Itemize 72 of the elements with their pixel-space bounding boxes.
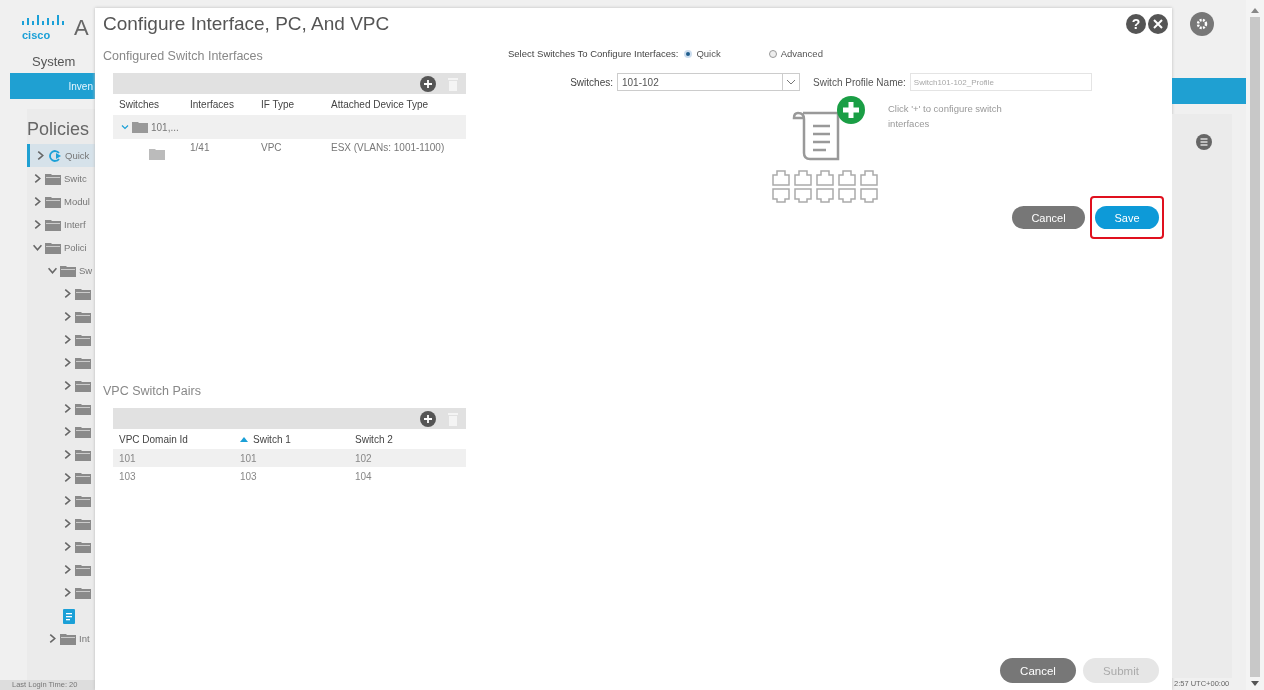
folder-icon xyxy=(60,264,76,277)
column-header[interactable]: Interfaces xyxy=(190,98,261,110)
folder-icon xyxy=(45,172,61,185)
folder-icon xyxy=(75,333,91,346)
folder-icon xyxy=(75,425,91,438)
folder-icon xyxy=(75,494,91,507)
folder-icon xyxy=(75,517,91,530)
table-row[interactable]: 1/41 VPC ESX (VLANs: 1001-1100) xyxy=(113,139,466,166)
help-icon[interactable]: ? xyxy=(1126,14,1146,34)
folder-icon xyxy=(60,632,76,645)
footer-button[interactable]: Cancel xyxy=(1000,658,1076,683)
folder-icon xyxy=(75,379,91,392)
section-title: VPC Switch Pairs xyxy=(103,384,202,398)
radio-option[interactable]: Advanced xyxy=(768,48,823,59)
folder-icon xyxy=(75,287,91,300)
folder-icon xyxy=(75,586,91,599)
tree-item[interactable]: Switc xyxy=(27,167,95,190)
tab-label[interactable]: Inven xyxy=(68,80,95,92)
tree-item[interactable]: Sw xyxy=(27,259,95,282)
folder-icon xyxy=(132,121,148,133)
folder-icon xyxy=(75,356,91,369)
field-label: Switches: xyxy=(569,76,614,88)
app-title: A xyxy=(74,15,89,41)
tree-item[interactable]: Quick xyxy=(27,144,95,167)
tree-item[interactable]: Int xyxy=(27,627,95,650)
folder-icon xyxy=(45,241,61,254)
add-icon[interactable] xyxy=(420,410,436,427)
folder-icon xyxy=(75,310,91,323)
column-header[interactable]: IF Type xyxy=(261,98,331,110)
hint-text: Click '+' to configure switch interfaces xyxy=(888,102,1003,131)
action-button[interactable]: Save xyxy=(1095,206,1159,229)
column-header[interactable]: VPC Domain Id xyxy=(119,433,240,445)
folder-icon xyxy=(75,402,91,415)
column-header[interactable]: Switch 1 xyxy=(240,433,355,445)
settings-icon[interactable] xyxy=(1190,12,1214,36)
radio-option[interactable]: Quick xyxy=(684,48,721,59)
folder-icon xyxy=(149,148,165,160)
nav-item[interactable]: System xyxy=(0,42,95,73)
column-header[interactable]: Switches xyxy=(119,98,190,110)
add-icon[interactable] xyxy=(420,75,436,92)
folder-icon xyxy=(75,471,91,484)
tree-item[interactable]: Modul xyxy=(27,190,95,213)
action-button[interactable]: Cancel xyxy=(1012,206,1085,229)
switches-dropdown[interactable]: 101-102 xyxy=(617,73,800,91)
column-header[interactable]: Switch 2 xyxy=(355,433,466,445)
scroll-down-icon[interactable] xyxy=(1251,681,1259,686)
refresh-arrow-icon xyxy=(48,148,62,163)
profile-name-field[interactable]: Switch101-102_Profile xyxy=(909,73,1092,91)
column-header[interactable]: Attached Device Type xyxy=(331,98,466,110)
folder-icon xyxy=(45,218,61,231)
section-title: Configured Switch Interfaces xyxy=(103,49,264,63)
mode-label: Select Switches To Configure Interfaces: xyxy=(508,48,679,59)
tree-item[interactable]: Interf xyxy=(27,213,95,236)
folder-icon xyxy=(75,448,91,461)
caret-icon xyxy=(786,79,796,85)
dialog-title: Configure Interface, PC, And VPC xyxy=(103,13,390,35)
cisco-logo: cisco xyxy=(20,15,70,41)
scroll-up-icon[interactable] xyxy=(1251,8,1259,13)
folder-icon xyxy=(75,563,91,576)
close-icon[interactable] xyxy=(1148,14,1168,34)
document-icon xyxy=(63,607,75,624)
folder-icon xyxy=(45,195,61,208)
table-row[interactable]: 101,... xyxy=(113,115,466,139)
field-label: Switch Profile Name: xyxy=(813,76,907,88)
tree-item[interactable]: Polici xyxy=(27,236,95,259)
folder-icon xyxy=(75,540,91,553)
list-icon[interactable] xyxy=(1196,134,1212,150)
table-row[interactable]: 103 103 104 xyxy=(113,467,466,485)
add-icon[interactable] xyxy=(836,95,866,125)
table-row[interactable]: 101 101 102 xyxy=(113,449,466,467)
scrollbar-thumb[interactable] xyxy=(1250,17,1260,677)
panel-title: Policies xyxy=(27,119,91,140)
